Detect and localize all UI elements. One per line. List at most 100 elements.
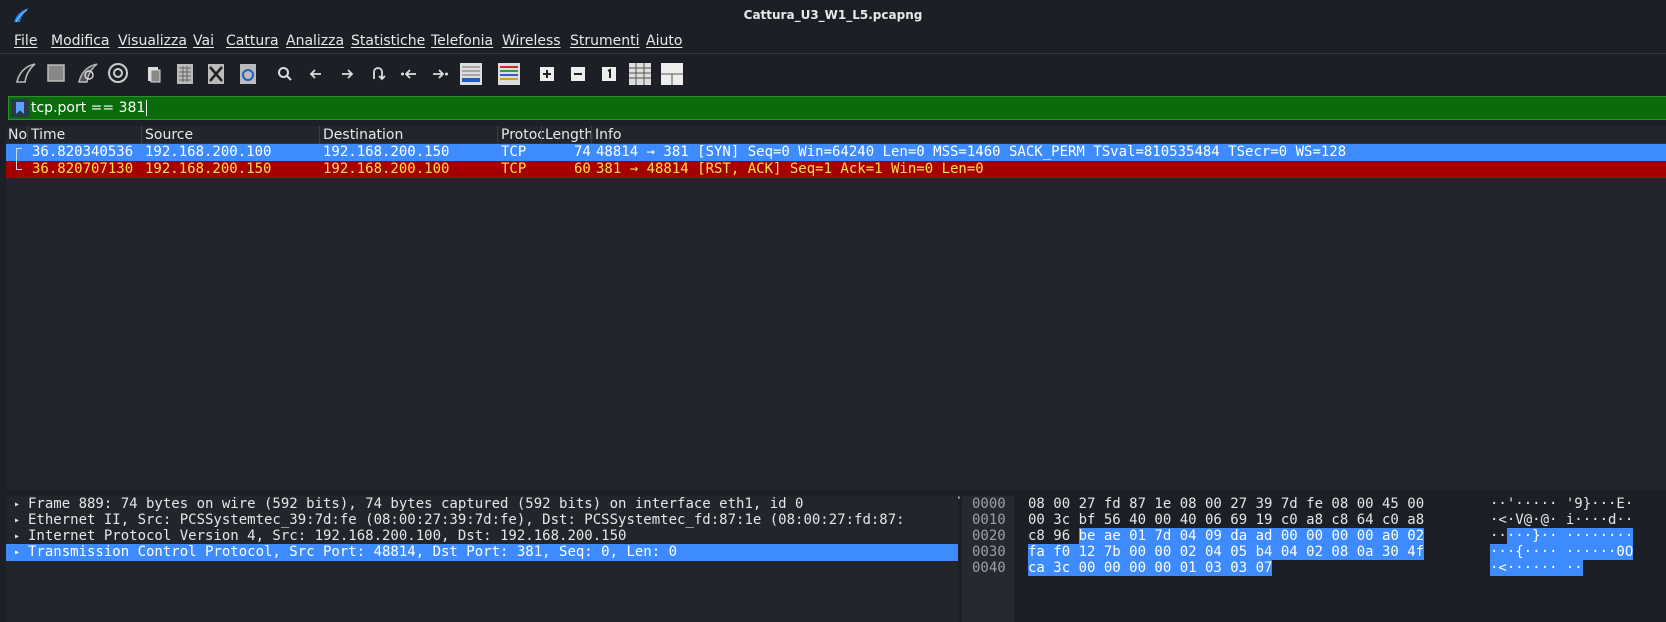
- capture-options-button[interactable]: [104, 59, 132, 87]
- zoom-in-button[interactable]: [534, 61, 560, 87]
- menu-file[interactable]: File: [14, 33, 37, 49]
- menu-visualizza[interactable]: Visualizza: [118, 33, 187, 49]
- find-packet-button[interactable]: [272, 61, 298, 87]
- hex-bytes-highlight: fa f0 12 7b 00 00 02 04 05 b4 04 02 08 0…: [1028, 544, 1425, 560]
- start-capture-button[interactable]: [12, 59, 40, 87]
- column-divider[interactable]: [541, 126, 542, 144]
- menu-bar: File Modifica Visualizza Vai Cattura Ana…: [0, 30, 1666, 54]
- ascii-bytes: ·<·V@·@· i····d··: [1490, 512, 1633, 529]
- arrow-left-icon: [309, 69, 321, 79]
- file-reload-icon: [240, 64, 256, 84]
- ascii-bytes: ·····}·· ········: [1490, 528, 1634, 545]
- layout-button[interactable]: [659, 61, 685, 87]
- resize-columns-button[interactable]: [627, 61, 653, 87]
- hex-offset: 0010: [972, 512, 1006, 528]
- hex-bytes: c8 96 be ae 01 7d 04 09 da ad 00 00 00 0…: [1028, 528, 1425, 545]
- ascii-plain: ··'····· '9}···E·: [1490, 496, 1634, 512]
- expand-arrow-icon[interactable]: ▸: [14, 528, 20, 545]
- next-packet-button[interactable]: [334, 61, 360, 87]
- packet-list-header: No Time Source Destination Protoc Length…: [6, 126, 1666, 144]
- last-packet-button[interactable]: [427, 61, 453, 87]
- colorize-button[interactable]: [496, 61, 522, 87]
- packet-row[interactable]: 36.820340536 192.168.200.100 192.168.200…: [6, 144, 1666, 161]
- column-no[interactable]: No: [8, 127, 27, 143]
- main-toolbar: [0, 54, 1666, 92]
- reload-file-button[interactable]: [235, 61, 261, 87]
- column-info[interactable]: Info: [595, 127, 622, 143]
- arrow-first-icon: [401, 69, 416, 79]
- menu-analizza[interactable]: Analizza: [286, 33, 344, 49]
- go-to-packet-button[interactable]: [365, 61, 391, 87]
- detail-text: Frame 889: 74 bytes on wire (592 bits), …: [28, 496, 804, 512]
- search-icon: [278, 67, 292, 81]
- shark-fin-icon: [16, 63, 36, 83]
- menu-cattura[interactable]: Cattura: [226, 33, 279, 49]
- autoscroll-button[interactable]: [458, 61, 484, 87]
- ascii-bytes: ··'····· '9}···E·: [1490, 496, 1633, 513]
- column-divider[interactable]: [141, 126, 142, 144]
- hex-bytes: ca 3c 00 00 00 00 01 03 03 07: [1028, 560, 1273, 577]
- title-bar: Cattura_U3_W1_L5.pcapng: [0, 0, 1666, 30]
- resize-columns-icon: [629, 63, 651, 85]
- restart-capture-button[interactable]: [74, 59, 102, 87]
- zoom-out-button[interactable]: [565, 61, 591, 87]
- detail-tree-item[interactable]: ▸ Internet Protocol Version 4, Src: 192.…: [6, 528, 958, 545]
- hex-offset: 0020: [972, 528, 1006, 544]
- bookmark-icon[interactable]: [11, 99, 29, 117]
- packet-protocol: TCP: [501, 161, 527, 177]
- packet-source: 192.168.200.150: [145, 161, 272, 177]
- column-destination[interactable]: Destination: [323, 127, 403, 143]
- detail-tree-item[interactable]: ▸ Frame 889: 74 bytes on wire (592 bits)…: [6, 496, 958, 513]
- stop-capture-button[interactable]: [42, 59, 70, 87]
- menu-aiuto[interactable]: Aiuto: [646, 33, 682, 49]
- column-divider[interactable]: [27, 126, 28, 144]
- jump-arrow-icon: [373, 67, 386, 81]
- save-file-button[interactable]: [172, 61, 198, 87]
- column-source[interactable]: Source: [145, 127, 193, 143]
- column-divider[interactable]: [497, 126, 498, 144]
- expand-arrow-icon[interactable]: ▸: [14, 544, 20, 561]
- column-divider[interactable]: [319, 126, 320, 144]
- menu-vai[interactable]: Vai: [193, 33, 214, 49]
- expand-arrow-icon[interactable]: ▸: [14, 496, 20, 513]
- ascii-bytes: ·<······ ··: [1490, 560, 1583, 577]
- menu-modifica[interactable]: Modifica: [51, 33, 110, 49]
- detail-text: Ethernet II, Src: PCSSystemtec_39:7d:fe …: [28, 512, 905, 528]
- previous-packet-button[interactable]: [303, 61, 329, 87]
- close-file-button[interactable]: [203, 61, 229, 87]
- packet-row[interactable]: 36.820707130 192.168.200.150 192.168.200…: [6, 161, 1666, 178]
- normal-size-button[interactable]: [596, 61, 622, 87]
- open-file-button[interactable]: [141, 61, 167, 87]
- hex-bytes-plain: 00 3c bf 56 40 00 40 06 69 19 c0 a8 c8 6…: [1028, 512, 1425, 528]
- packet-time: 36.820707130: [32, 161, 134, 177]
- packet-destination: 192.168.200.150: [323, 144, 450, 160]
- menu-statistiche[interactable]: Statistiche: [351, 33, 425, 49]
- detail-text: Transmission Control Protocol, Src Port:…: [28, 544, 678, 560]
- display-filter-bar[interactable]: tcp.port == 381: [8, 96, 1666, 120]
- detail-tree-item[interactable]: ▸ Transmission Control Protocol, Src Por…: [6, 544, 958, 561]
- display-filter-input[interactable]: tcp.port == 381: [31, 100, 148, 116]
- menu-wireless[interactable]: Wireless: [502, 33, 561, 49]
- column-length[interactable]: Length: [545, 127, 593, 143]
- ascii-plain: ··: [1490, 528, 1507, 544]
- pane-layout-icon: [661, 63, 683, 85]
- menu-strumenti[interactable]: Strumenti: [570, 33, 640, 49]
- packet-source: 192.168.200.100: [145, 144, 272, 160]
- packet-info: 381 → 48814 [RST, ACK] Seq=1 Ack=1 Win=0…: [596, 161, 984, 177]
- column-protocol[interactable]: Protoc: [501, 127, 545, 143]
- first-packet-button[interactable]: [396, 61, 422, 87]
- menu-telefonia[interactable]: Telefonia: [431, 33, 493, 49]
- file-grid-icon: [177, 64, 193, 84]
- expand-arrow-icon[interactable]: ▸: [14, 512, 20, 529]
- gear-icon: [108, 63, 128, 83]
- packet-bytes-pane: 0000 08 00 27 fd 87 1e 08 00 27 39 7d fe…: [962, 496, 1666, 622]
- arrow-right-icon: [342, 69, 354, 79]
- detail-tree-item[interactable]: ▸ Ethernet II, Src: PCSSystemtec_39:7d:f…: [6, 512, 958, 529]
- zoom-reset-icon: [602, 67, 616, 81]
- column-divider[interactable]: [591, 126, 592, 144]
- packet-info: 48814 → 381 [SYN] Seq=0 Win=64240 Len=0 …: [596, 144, 1347, 160]
- packet-destination: 192.168.200.100: [323, 161, 450, 177]
- column-time[interactable]: Time: [31, 127, 65, 143]
- file-open-icon: [148, 67, 161, 83]
- colorize-list-icon: [498, 63, 520, 85]
